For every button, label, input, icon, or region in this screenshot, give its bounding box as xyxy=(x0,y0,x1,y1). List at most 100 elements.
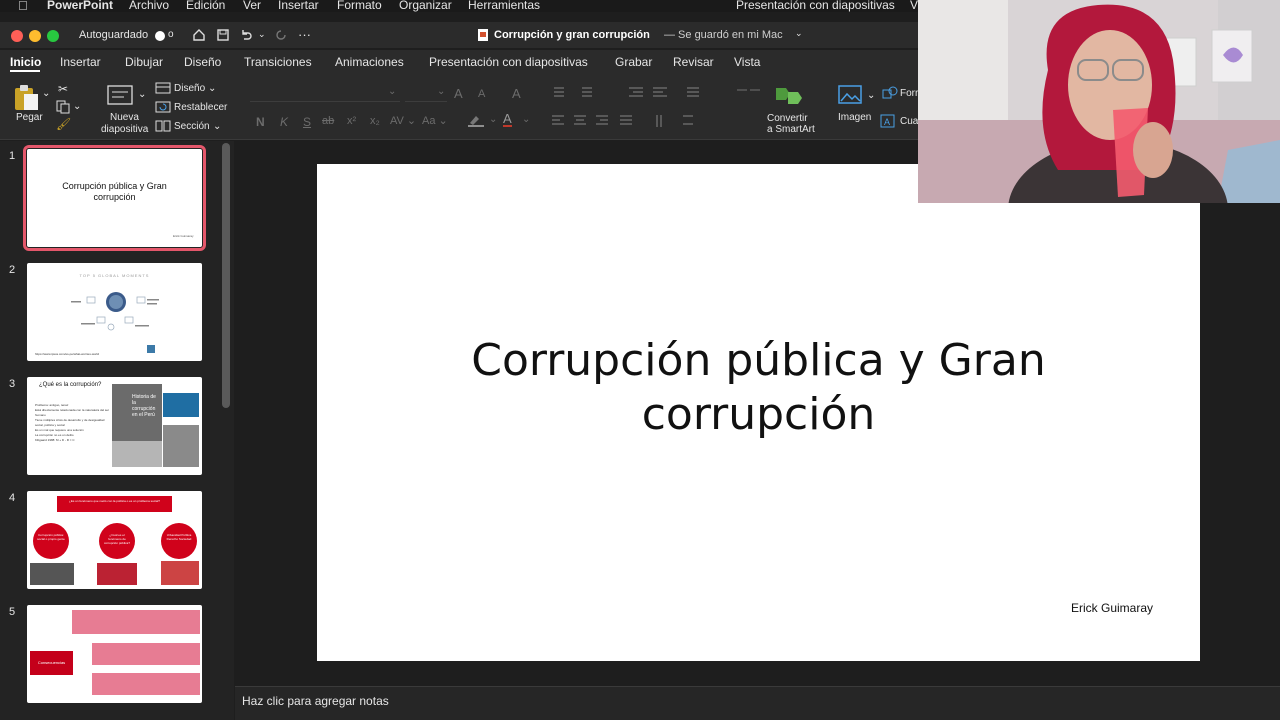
undo-dropdown-icon[interactable]: ⌄ xyxy=(258,29,266,40)
bold-button[interactable]: N xyxy=(256,115,265,129)
layout-dropdown-icon[interactable]: ⌄ xyxy=(208,83,216,94)
image-dropdown-icon[interactable]: ⌄ xyxy=(867,90,875,101)
slide-author[interactable]: Erick Guimaray xyxy=(1071,601,1153,615)
new-slide-label-2[interactable]: diapositiva xyxy=(101,124,148,135)
close-window-button[interactable] xyxy=(11,30,23,42)
paste-dropdown-icon[interactable]: ⌄ xyxy=(42,88,50,99)
slide-thumbnail-5[interactable]: Consecuencias xyxy=(27,605,202,703)
slide-title[interactable]: Corrupción pública y Gran corrupción xyxy=(317,334,1200,442)
reset-icon[interactable] xyxy=(155,101,171,113)
tab-vista[interactable]: Vista xyxy=(734,55,760,69)
redo-icon[interactable] xyxy=(274,28,288,42)
list-buttons-icon[interactable] xyxy=(550,85,612,101)
new-slide-icon[interactable] xyxy=(106,84,134,108)
thumb3-photo-room xyxy=(163,425,199,467)
autosave-toggle[interactable]: o xyxy=(155,29,177,41)
reset-button[interactable]: Restablecer xyxy=(174,102,227,113)
paste-icon[interactable] xyxy=(12,84,42,112)
underline-button[interactable]: S xyxy=(303,115,311,129)
highlight-icon[interactable] xyxy=(467,113,487,127)
smartart-icon[interactable] xyxy=(772,84,808,108)
thumb2-heading: TOP 5 GLOBAL MOMENTS xyxy=(79,273,150,278)
menu-ventana[interactable]: V xyxy=(910,0,918,12)
new-slide-dropdown-icon[interactable]: ⌄ xyxy=(138,89,146,100)
copy-dropdown-icon[interactable]: ⌄ xyxy=(73,101,81,112)
section-dropdown-icon[interactable]: ⌄ xyxy=(213,121,221,132)
tab-dibujar[interactable]: Dibujar xyxy=(125,55,163,69)
clear-format-icon[interactable]: A xyxy=(512,86,521,101)
menu-archivo[interactable]: Archivo xyxy=(129,0,169,12)
format-painter-icon[interactable]: 🖌 xyxy=(56,117,71,131)
font-color-dropdown-icon[interactable]: ⌄ xyxy=(522,114,530,125)
text-direction-icon[interactable] xyxy=(653,113,715,129)
align-buttons-icon[interactable] xyxy=(550,113,638,129)
columns-icon[interactable] xyxy=(735,85,765,101)
paste-label[interactable]: Pegar xyxy=(16,112,43,123)
layout-button[interactable]: Diseño xyxy=(174,83,205,94)
menu-app-name[interactable]: PowerPoint xyxy=(47,0,113,12)
save-icon[interactable] xyxy=(216,28,230,42)
new-slide-label-1[interactable]: Nueva xyxy=(110,112,139,123)
tab-revisar[interactable]: Revisar xyxy=(673,55,714,69)
tab-inicio[interactable]: Inicio xyxy=(10,55,41,69)
undo-icon[interactable] xyxy=(239,28,253,42)
increase-font-icon[interactable]: A xyxy=(454,86,463,101)
title-dropdown-icon[interactable]: ⌄ xyxy=(795,28,803,39)
menu-organizar[interactable]: Organizar xyxy=(399,0,452,12)
decrease-font-icon[interactable]: A xyxy=(478,88,485,100)
menu-presentacion[interactable]: Presentación con diapositivas xyxy=(736,0,895,12)
copy-icon[interactable] xyxy=(55,100,71,114)
cut-icon[interactable]: ✂ xyxy=(58,82,68,96)
slide-number-2: 2 xyxy=(9,264,16,276)
shapes-label[interactable]: Forr xyxy=(900,88,918,99)
subscript-button[interactable]: x₂ xyxy=(370,115,380,127)
layout-icon[interactable] xyxy=(155,82,171,94)
notes-pane[interactable]: Haz clic para agregar notas xyxy=(235,686,1280,720)
tab-animaciones[interactable]: Animaciones xyxy=(335,55,404,69)
more-options-icon[interactable]: ··· xyxy=(298,27,311,42)
character-spacing-icon[interactable]: AV ⌄ xyxy=(390,114,416,127)
change-case-icon[interactable]: Aa ⌄ xyxy=(422,114,448,127)
document-title[interactable]: Corrupción y gran corrupción xyxy=(494,29,650,41)
menu-herramientas[interactable]: Herramientas xyxy=(468,0,540,12)
tab-transiciones[interactable]: Transiciones xyxy=(244,55,312,69)
slide-number-4: 4 xyxy=(9,492,16,504)
section-button[interactable]: Sección xyxy=(174,121,210,132)
section-icon[interactable] xyxy=(155,120,171,132)
current-slide[interactable]: Corrupción pública y Gran corrupción Eri… xyxy=(317,164,1200,661)
smartart-label-1[interactable]: Convertir xyxy=(767,113,808,124)
thumb5-box-3 xyxy=(92,673,200,695)
strikethrough-button[interactable]: ab xyxy=(322,115,334,127)
thumb4-photo-3 xyxy=(161,561,199,585)
highlight-dropdown-icon[interactable]: ⌄ xyxy=(489,114,497,125)
line-spacing-icon[interactable] xyxy=(677,85,717,101)
menu-edicion[interactable]: Edición xyxy=(186,0,225,12)
shapes-icon[interactable] xyxy=(882,86,898,100)
menu-ver[interactable]: Ver xyxy=(243,0,261,12)
font-size-select[interactable]: ⌄ xyxy=(405,84,447,102)
slide-thumbnail-4[interactable]: ¿Es un fenómeno que nació con la polític… xyxy=(27,491,202,589)
tab-grabar[interactable]: Grabar xyxy=(615,55,652,69)
minimize-window-button[interactable] xyxy=(29,30,41,42)
thumbnails-scrollbar[interactable] xyxy=(222,143,230,408)
menu-formato[interactable]: Formato xyxy=(337,0,382,12)
apple-menu-icon[interactable]:  xyxy=(18,0,28,13)
image-icon[interactable] xyxy=(838,84,864,106)
italic-button[interactable]: K xyxy=(280,115,288,129)
textbox-icon[interactable]: A xyxy=(880,114,896,128)
slide-thumbnail-2[interactable]: TOP 5 GLOBAL MOMENTS https://www.ipsos.c… xyxy=(27,263,202,361)
menu-insertar[interactable]: Insertar xyxy=(278,0,319,12)
tab-presentacion[interactable]: Presentación con diapositivas xyxy=(429,55,588,69)
slide-thumbnail-1[interactable]: Corrupción pública y Gran corrupción Eri… xyxy=(23,145,206,251)
indent-buttons-icon[interactable] xyxy=(627,85,671,101)
superscript-button[interactable]: x² xyxy=(347,115,356,127)
tab-diseno[interactable]: Diseño xyxy=(184,55,221,69)
font-family-select[interactable]: ⌄ xyxy=(250,84,400,102)
tab-insertar[interactable]: Insertar xyxy=(60,55,101,69)
font-color-icon[interactable]: A xyxy=(503,112,512,127)
smartart-label-2[interactable]: a SmartArt xyxy=(767,124,815,135)
zoom-window-button[interactable] xyxy=(47,30,59,42)
home-icon[interactable] xyxy=(192,28,206,42)
slide-thumbnail-3[interactable]: ¿Qué es la corrupción? Problema: antiguo… xyxy=(27,377,202,475)
image-label[interactable]: Imagen xyxy=(838,112,871,123)
